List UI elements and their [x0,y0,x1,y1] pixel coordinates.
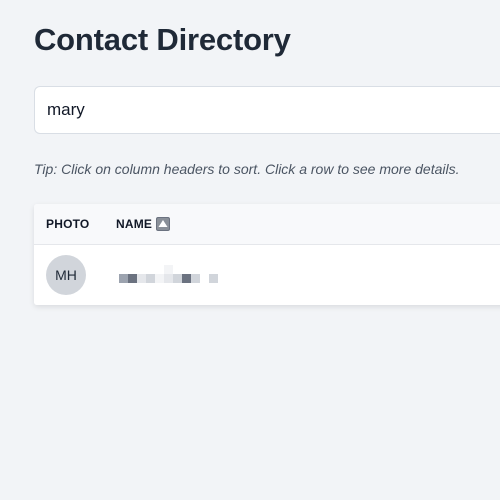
redacted-name [119,264,221,286]
avatar-initials: MH [55,267,77,283]
triangle-up-icon[interactable] [156,217,170,231]
column-header-photo[interactable]: PHOTO [46,217,89,231]
table-header: PHOTO NAME [34,204,500,245]
tip-text: Tip: Click on column headers to sort. Cl… [34,161,460,177]
page-title: Contact Directory [34,22,291,57]
column-header-name[interactable]: NAME [116,217,152,231]
search-box[interactable] [34,86,500,134]
search-input[interactable] [47,87,487,133]
table-row[interactable]: MH [34,245,500,305]
avatar: MH [46,255,86,295]
contacts-table: PHOTO NAME MH [34,204,500,305]
contact-directory-page: Contact Directory Tip: Click on column h… [0,0,500,500]
